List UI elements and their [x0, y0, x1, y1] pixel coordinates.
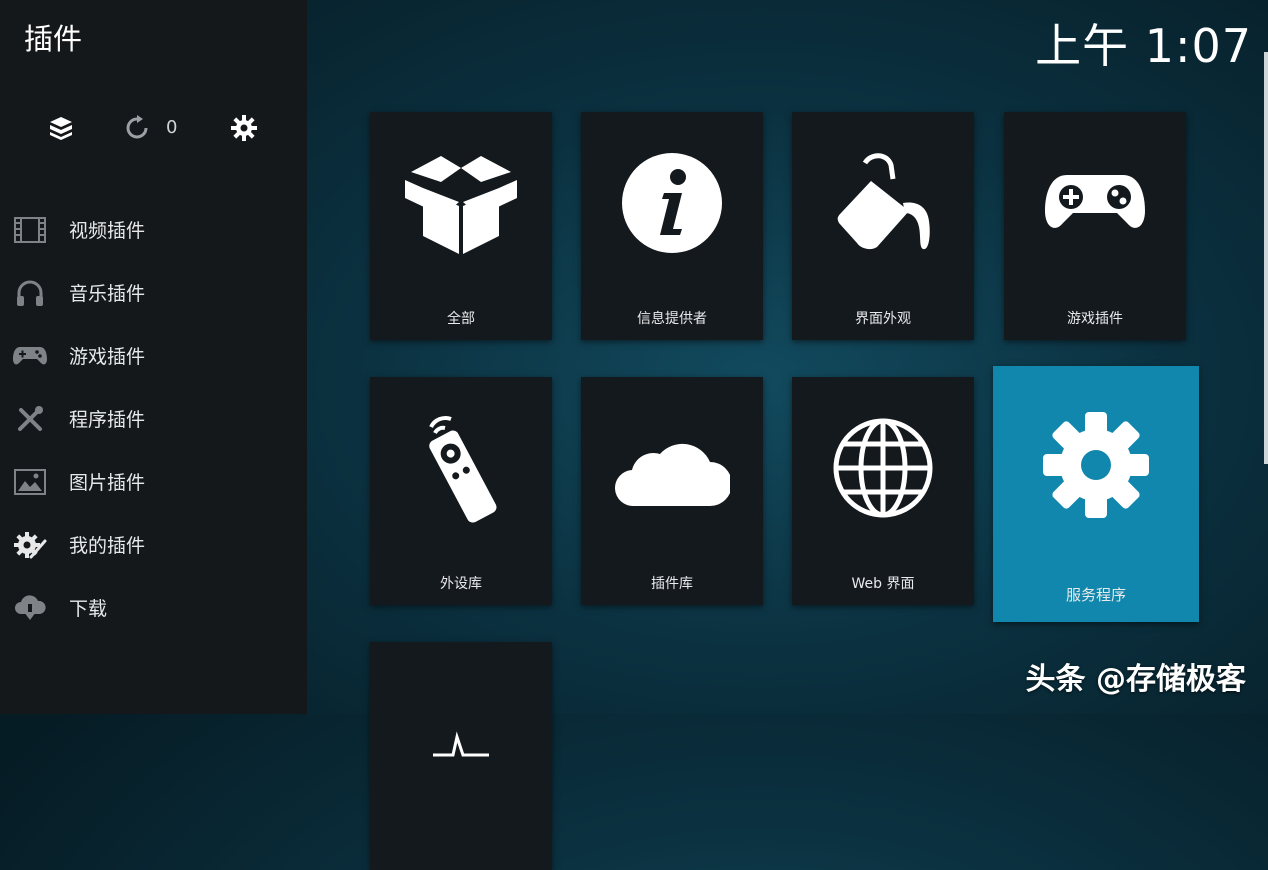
gamepad-icon	[1004, 148, 1186, 258]
paint-bucket-icon	[792, 148, 974, 258]
settings-gear-icon[interactable]	[228, 110, 260, 146]
sidebar-item-my-addons[interactable]: 我的插件	[0, 513, 307, 576]
sidebar-item-label: 音乐插件	[69, 283, 146, 305]
tile-look-and-feel[interactable]: 界面外观	[792, 112, 974, 340]
update-count: 0	[166, 117, 178, 138]
headphones-icon	[12, 275, 48, 311]
sidebar: 插件 0 视频插件 音乐插件 游戏插件 程序插件 图片插件 我的插件 下载	[0, 0, 307, 714]
page-title: 插件	[24, 22, 83, 56]
tile-all[interactable]: 全部	[370, 112, 552, 340]
tile-label: 服务程序	[1065, 586, 1126, 604]
tile-addon-repository[interactable]: 插件库	[581, 377, 763, 605]
sidebar-item-video-addons[interactable]: 视频插件	[0, 198, 307, 261]
open-box-icon	[370, 148, 552, 258]
waveform-icon	[370, 682, 552, 792]
cloud-icon	[581, 413, 763, 523]
cloud-download-icon	[12, 590, 48, 626]
tile-label: 游戏插件	[1067, 311, 1123, 327]
sidebar-item-label: 图片插件	[69, 472, 146, 494]
gamepad-icon	[12, 338, 48, 374]
sidebar-menu: 视频插件 音乐插件 游戏插件 程序插件 图片插件 我的插件 下载	[0, 198, 307, 639]
tile-label: 界面外观	[855, 311, 911, 327]
sidebar-item-label: 游戏插件	[69, 346, 146, 368]
tile-services[interactable]: 服务程序	[993, 366, 1199, 622]
sidebar-item-label: 视频插件	[69, 220, 146, 242]
watermark: 头条 @存储极客	[1025, 662, 1246, 697]
tile-label: 插件库	[651, 576, 693, 592]
sidebar-item-downloads[interactable]: 下载	[0, 576, 307, 639]
sidebar-item-label: 下载	[69, 598, 108, 620]
sidebar-item-label: 我的插件	[69, 535, 146, 557]
tile-game-addons[interactable]: 游戏插件	[1004, 112, 1186, 340]
tools-icon	[12, 401, 48, 437]
tile-label: 信息提供者	[637, 311, 707, 327]
sidebar-item-picture-addons[interactable]: 图片插件	[0, 450, 307, 513]
sidebar-item-label: 程序插件	[69, 409, 146, 431]
tile-label: Web 界面	[851, 576, 915, 592]
film-icon	[12, 212, 48, 248]
sidebar-item-music-addons[interactable]: 音乐插件	[0, 261, 307, 324]
clock: 上午 1:07	[1035, 19, 1252, 73]
gear-icon	[993, 410, 1199, 520]
tile-partial[interactable]	[370, 642, 552, 870]
tile-peripheral-libraries[interactable]: 外设库	[370, 377, 552, 605]
tile-label: 外设库	[440, 576, 482, 592]
refresh-icon[interactable]	[122, 110, 152, 146]
tile-information-providers[interactable]: 信息提供者	[581, 112, 763, 340]
picture-icon	[12, 464, 48, 500]
info-icon	[581, 148, 763, 258]
addon-box-icon[interactable]	[44, 110, 78, 146]
remote-control-icon	[370, 413, 552, 523]
globe-icon	[792, 413, 974, 523]
scrollbar[interactable]	[1264, 52, 1268, 464]
sidebar-item-game-addons[interactable]: 游戏插件	[0, 324, 307, 387]
tile-web-interface[interactable]: Web 界面	[792, 377, 974, 605]
sidebar-item-program-addons[interactable]: 程序插件	[0, 387, 307, 450]
addon-gear-icon	[12, 527, 48, 563]
sidebar-toolbar	[0, 110, 307, 150]
tile-label: 全部	[447, 311, 475, 327]
